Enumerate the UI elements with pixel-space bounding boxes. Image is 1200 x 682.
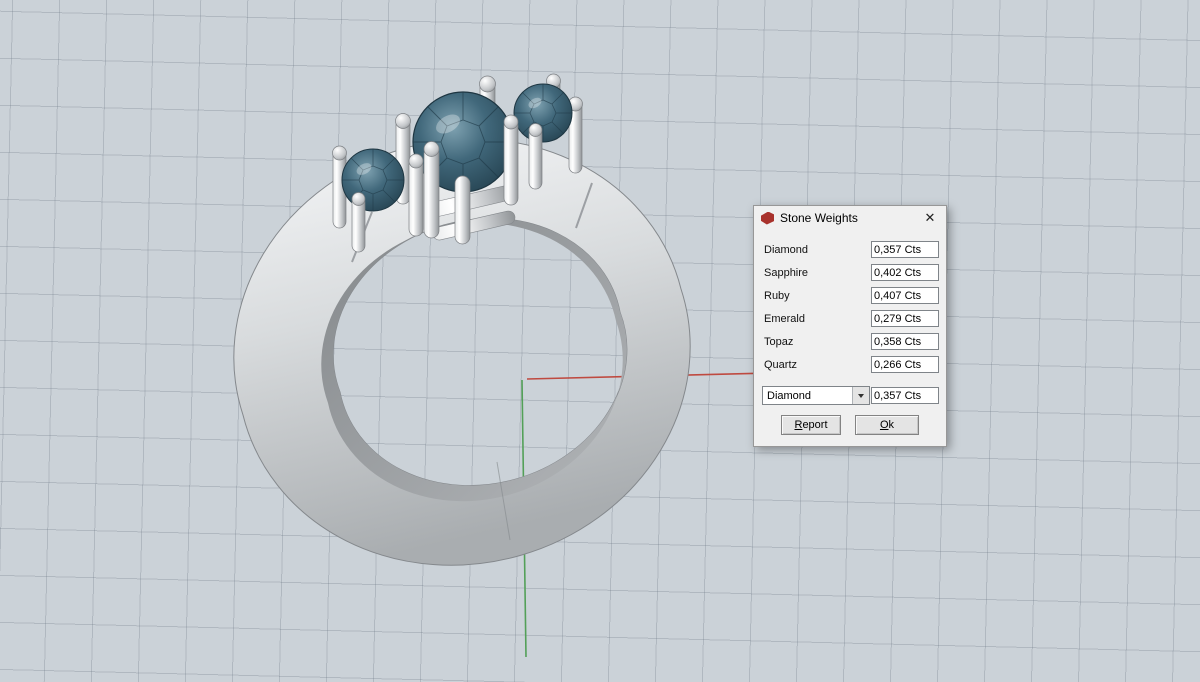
cad-viewport[interactable]: Stone Weights ✕ Diamond Sapphire Ruby Em… <box>0 0 1200 682</box>
close-icon[interactable]: ✕ <box>920 208 940 228</box>
ring-3d-model <box>233 73 773 658</box>
report-button[interactable]: Report <box>781 415 841 435</box>
ruby-weight-field[interactable] <box>871 287 939 304</box>
table-row: Sapphire <box>764 261 939 284</box>
gem-left-sapphire <box>341 148 405 212</box>
ok-button[interactable]: Ok <box>855 415 919 435</box>
table-row: Emerald <box>764 307 939 330</box>
sapphire-weight-field[interactable] <box>871 264 939 281</box>
table-row: Quartz <box>764 353 939 376</box>
stone-selector-row: Diamond <box>754 386 946 405</box>
table-row: Diamond <box>764 238 939 261</box>
stone-label-topaz: Topaz <box>764 335 794 348</box>
dialog-buttons: Report Ok <box>754 415 946 435</box>
quartz-weight-field[interactable] <box>871 356 939 373</box>
stone-weights-dialog-icon <box>761 211 774 225</box>
diamond-weight-field[interactable] <box>871 241 939 258</box>
stone-label-diamond: Diamond <box>764 243 809 256</box>
stone-weight-rows: Diamond Sapphire Ruby Emerald Topaz Quar… <box>754 238 946 376</box>
table-row: Ruby <box>764 284 939 307</box>
dialog-title: Stone Weights <box>780 211 858 225</box>
stone-label-ruby: Ruby <box>764 289 790 302</box>
table-row: Topaz <box>764 330 939 353</box>
selected-stone-weight-field[interactable] <box>871 387 939 404</box>
stone-weights-dialog: Stone Weights ✕ Diamond Sapphire Ruby Em… <box>753 205 947 447</box>
topaz-weight-field[interactable] <box>871 333 939 350</box>
stone-select[interactable]: Diamond <box>762 386 870 405</box>
stone-select-value: Diamond <box>767 389 812 402</box>
stone-label-quartz: Quartz <box>764 358 798 371</box>
stone-label-sapphire: Sapphire <box>764 266 809 279</box>
dialog-titlebar[interactable]: Stone Weights ✕ <box>754 206 946 230</box>
gem-right-sapphire <box>513 83 573 143</box>
emerald-weight-field[interactable] <box>871 310 939 327</box>
chevron-down-icon[interactable] <box>852 387 869 404</box>
stone-label-emerald: Emerald <box>764 312 805 325</box>
